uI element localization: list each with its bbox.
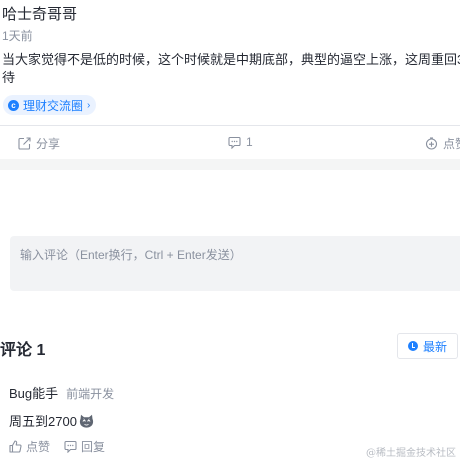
reply-icon <box>64 440 77 453</box>
topic-icon: c <box>8 99 19 111</box>
clock-icon <box>407 341 418 351</box>
post-content: 当大家觉得不是低的时候，这个时候就是中期底部，典型的逼空上涨，这周重回3000，… <box>2 51 460 87</box>
share-icon <box>18 137 31 150</box>
comment-input-placeholder: 输入评论（Enter换行，Ctrl + Enter发送） <box>20 248 242 262</box>
post-time: 1天前 <box>2 29 33 43</box>
comment-button[interactable]: 1 <box>228 135 253 149</box>
comment-author: Bug能手 前端开发 <box>9 383 114 402</box>
cat-emoji-icon <box>79 414 94 428</box>
comment-count: 1 <box>246 135 253 149</box>
comment-icon <box>228 136 241 149</box>
sort-label: 最新 <box>422 339 447 354</box>
comment-body: 周五到2700 <box>9 414 77 429</box>
comment-input[interactable]: 输入评论（Enter换行，Ctrl + Enter发送） <box>10 236 460 291</box>
share-label: 分享 <box>36 137 61 151</box>
thumbs-up-icon <box>9 440 22 453</box>
post-detail-page: 哈士奇哥哥 1天前 当大家觉得不是低的时候，这个时候就是中期底部，典型的逼空上涨… <box>0 0 460 460</box>
watermark: @稀土掘金技术社区 <box>366 448 456 459</box>
like-button[interactable]: 点赞 <box>425 135 460 152</box>
comment-like-label: 点赞 <box>26 440 51 454</box>
comment-actions: 点赞 回复 <box>9 438 105 455</box>
commenter-title: 前端开发 <box>66 387 115 401</box>
like-icon <box>425 137 438 150</box>
chevron-right-icon: › <box>87 99 91 111</box>
comment-like-button[interactable]: 点赞 <box>9 438 50 455</box>
author-name[interactable]: 哈士奇哥哥 <box>2 3 77 24</box>
post-content-line: 待 <box>2 70 16 85</box>
comment-text: 周五到2700 <box>9 411 94 430</box>
like-label: 点赞 <box>443 137 460 151</box>
commenter-name[interactable]: Bug能手 <box>9 383 58 402</box>
comment-reply-label: 回复 <box>81 440 106 454</box>
topic-tag-label: 理财交流圈 <box>23 98 84 113</box>
comment-reply-button[interactable]: 回复 <box>64 438 105 455</box>
post-action-bar: 分享 1 点赞 <box>0 125 460 159</box>
sort-latest-button[interactable]: 最新 <box>397 333 458 359</box>
section-divider <box>0 159 460 170</box>
topic-tag[interactable]: c 理财交流圈 › <box>3 95 97 115</box>
comments-title: 评论 1 <box>0 342 46 359</box>
post-content-line: 当大家觉得不是低的时候，这个时候就是中期底部，典型的逼空上涨，这周重回3000，… <box>2 52 460 67</box>
share-button[interactable]: 分享 <box>18 135 60 152</box>
